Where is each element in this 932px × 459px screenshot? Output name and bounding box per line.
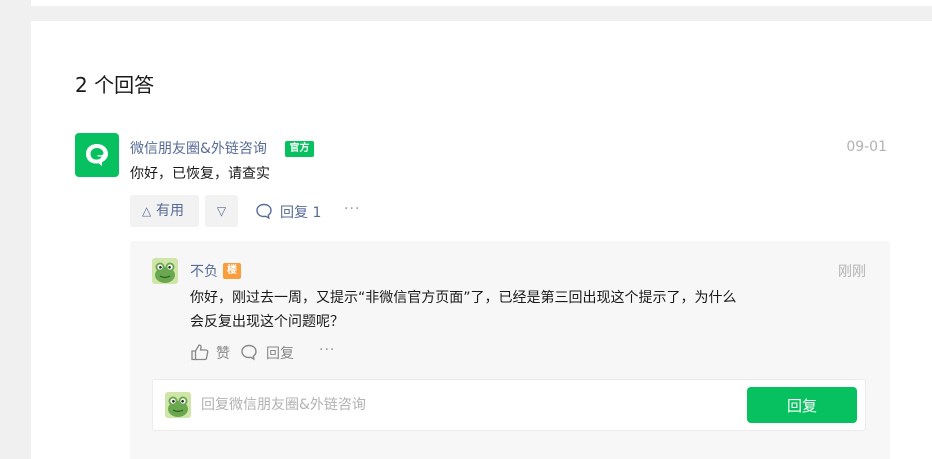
frog-avatar-icon: [152, 258, 178, 284]
useful-label: 有用: [156, 203, 184, 219]
my-avatar: [165, 392, 191, 418]
sub-reply-time: 刚刚: [838, 264, 866, 280]
sub-more-button[interactable]: ···: [319, 342, 335, 358]
not-useful-button[interactable]: ▽: [205, 195, 238, 227]
official-badge: 官方: [285, 141, 314, 157]
reply-submit-button[interactable]: 回复: [747, 387, 857, 423]
floor-owner-badge: 楼: [223, 263, 241, 279]
frog-avatar-icon: [165, 392, 191, 418]
answer-content: 你好，已恢复，请查实: [130, 166, 270, 182]
sub-reply-content: 你好，刚过去一周，又提示“非微信官方页面”了，已经是第三回出现这个提示了，为什么…: [190, 290, 737, 330]
answers-card: 2 个回答 微信朋友圈&外链咨询 官方 09-01 你好，已恢复，请查实 △ 有…: [31, 21, 932, 459]
thumbs-up-icon: [191, 344, 209, 361]
answer-more-button[interactable]: ···: [344, 201, 360, 217]
comment-icon: [256, 203, 272, 220]
triangle-down-icon: ▽: [216, 204, 227, 218]
sub-reply-label: 回复: [266, 346, 294, 362]
sub-like-label: 赞: [216, 346, 230, 362]
previous-card: [31, 0, 932, 6]
official-avatar[interactable]: [75, 133, 119, 177]
chat-bubble-icon: [86, 144, 108, 166]
triangle-up-icon: △: [142, 204, 152, 218]
answer-author-link[interactable]: 微信朋友圈&外链咨询: [130, 138, 267, 158]
useful-button[interactable]: △ 有用: [130, 195, 199, 227]
sub-reply-author-link[interactable]: 不负: [190, 261, 218, 281]
answer-reply-label: 回复 1: [280, 205, 322, 221]
answer-date: 09-01: [846, 139, 887, 155]
reply-composer: 回复: [152, 379, 866, 431]
comment-icon: [241, 344, 257, 361]
answers-count-title: 2 个回答: [75, 73, 155, 97]
reply-input[interactable]: [201, 394, 701, 416]
user-avatar[interactable]: [152, 258, 178, 284]
